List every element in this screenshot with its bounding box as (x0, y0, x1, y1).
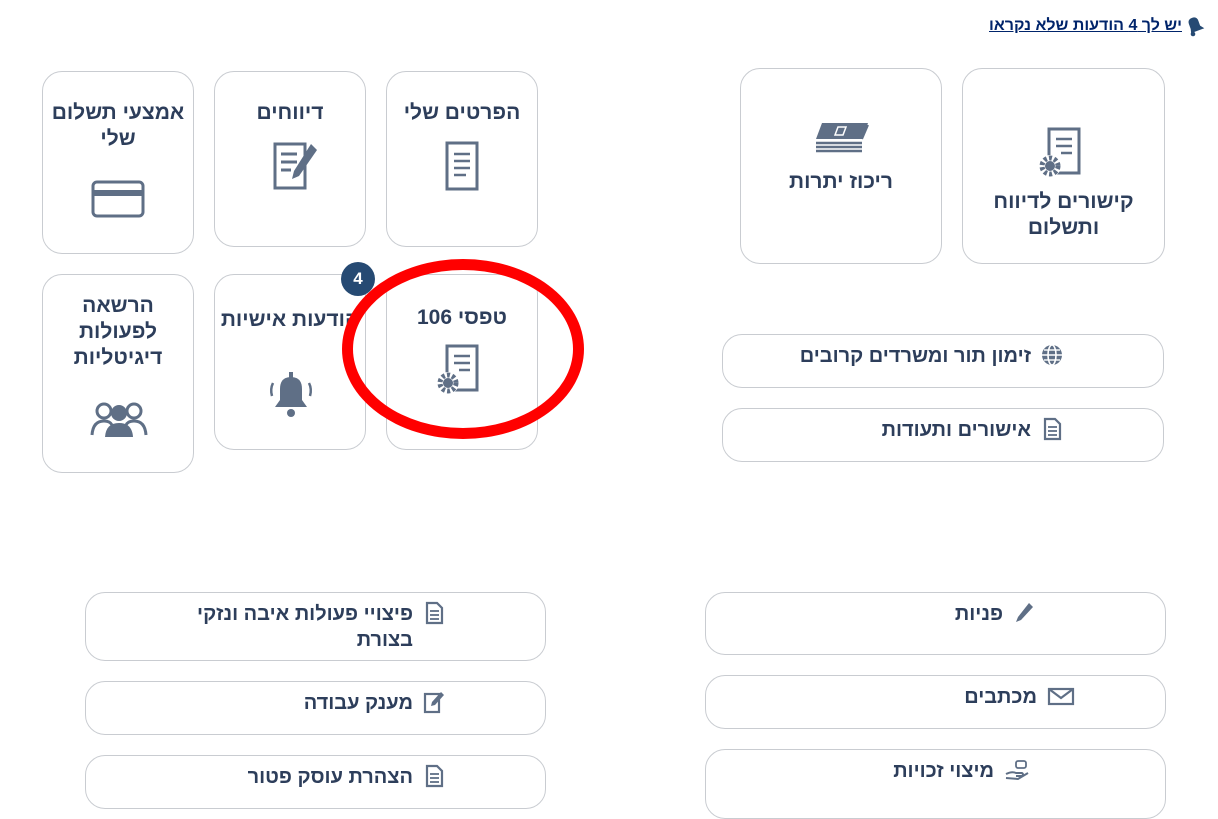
bell-icon (1188, 17, 1205, 37)
tile-balance-summary-label: ריכוז יתרות (789, 170, 893, 193)
link-rights[interactable]: מיצוי זכויות (705, 749, 1166, 819)
globe-icon (1042, 344, 1062, 366)
envelope-icon (1047, 687, 1075, 706)
link-inquiries-label: פניות (954, 603, 1003, 625)
link-terror-compensation[interactable]: פיצויי פעולות איבה ונזקי בצורת (85, 592, 546, 661)
unread-messages-link[interactable]: יש לך 4 הודעות שלא נקראו (989, 17, 1182, 35)
unread-messages-notice[interactable]: יש לך 4 הודעות שלא נקראו (970, 14, 1210, 38)
pencil-icon (1016, 603, 1033, 622)
tile-personal-messages-label: הודעות אישיות (220, 308, 360, 331)
users-icon (90, 402, 148, 437)
report-edit-icon (273, 142, 317, 190)
tile-digital-authorization-label: הרשאה לפעולות דיגיטליות (73, 294, 163, 369)
edit-document-icon (423, 692, 444, 714)
document-icon (1043, 417, 1062, 441)
hand-coin-icon (1005, 760, 1029, 781)
link-exempt-dealer-label: הצהרת עוסק פטור (247, 766, 413, 788)
tile-reporting-links[interactable]: קישורים לדיווח ותשלום (962, 68, 1165, 264)
link-work-grant[interactable]: מענק עבודה (85, 681, 546, 735)
tile-forms-106-label: טפסי 106 (416, 306, 508, 329)
tile-my-details[interactable]: הפרטים שלי (386, 71, 538, 247)
document-gear-icon (437, 344, 479, 394)
document-icon (445, 141, 479, 191)
tile-reporting-links-label: קישורים לדיווח ותשלום (993, 190, 1134, 239)
link-letters[interactable]: מכתבים (705, 675, 1166, 729)
tile-balance-summary[interactable]: ריכוז יתרות (740, 68, 942, 264)
link-appointment-label: זימון תור ומשרדים קרובים (799, 345, 1031, 367)
document-icon (425, 764, 444, 788)
tile-payment-methods-label: אמצעי תשלום שלי (51, 101, 185, 150)
link-certificates-label: אישורים ותעודות (881, 419, 1031, 441)
link-work-grant-label: מענק עבודה (303, 692, 413, 714)
tile-reports[interactable]: דיווחים (214, 71, 366, 247)
tile-digital-authorization[interactable]: הרשאה לפעולות דיגיטליות (42, 274, 194, 473)
document-icon (425, 601, 444, 625)
tile-reports-label: דיווחים (256, 101, 324, 124)
credit-card-icon (91, 180, 145, 218)
tile-forms-106[interactable]: טפסי 106 (386, 274, 538, 450)
bell-icon (269, 372, 313, 417)
link-rights-label: מיצוי זכויות (893, 760, 994, 782)
link-letters-label: מכתבים (964, 686, 1037, 708)
link-appointment[interactable]: זימון תור ומשרדים קרובים (722, 334, 1164, 388)
messages-count-badge: 4 (341, 262, 375, 296)
tile-personal-messages[interactable]: הודעות אישיות (214, 274, 366, 450)
link-inquiries[interactable]: פניות (705, 592, 1166, 655)
banknotes-icon (816, 123, 869, 153)
document-gear-icon (1039, 127, 1081, 177)
tile-my-details-label: הפרטים שלי (403, 101, 521, 124)
link-terror-compensation-label: פיצויי פעולות איבה ונזקי בצורת (197, 603, 413, 651)
link-certificates[interactable]: אישורים ותעודות (722, 408, 1164, 462)
link-exempt-dealer[interactable]: הצהרת עוסק פטור (85, 755, 546, 809)
tile-payment-methods[interactable]: אמצעי תשלום שלי (42, 71, 194, 254)
